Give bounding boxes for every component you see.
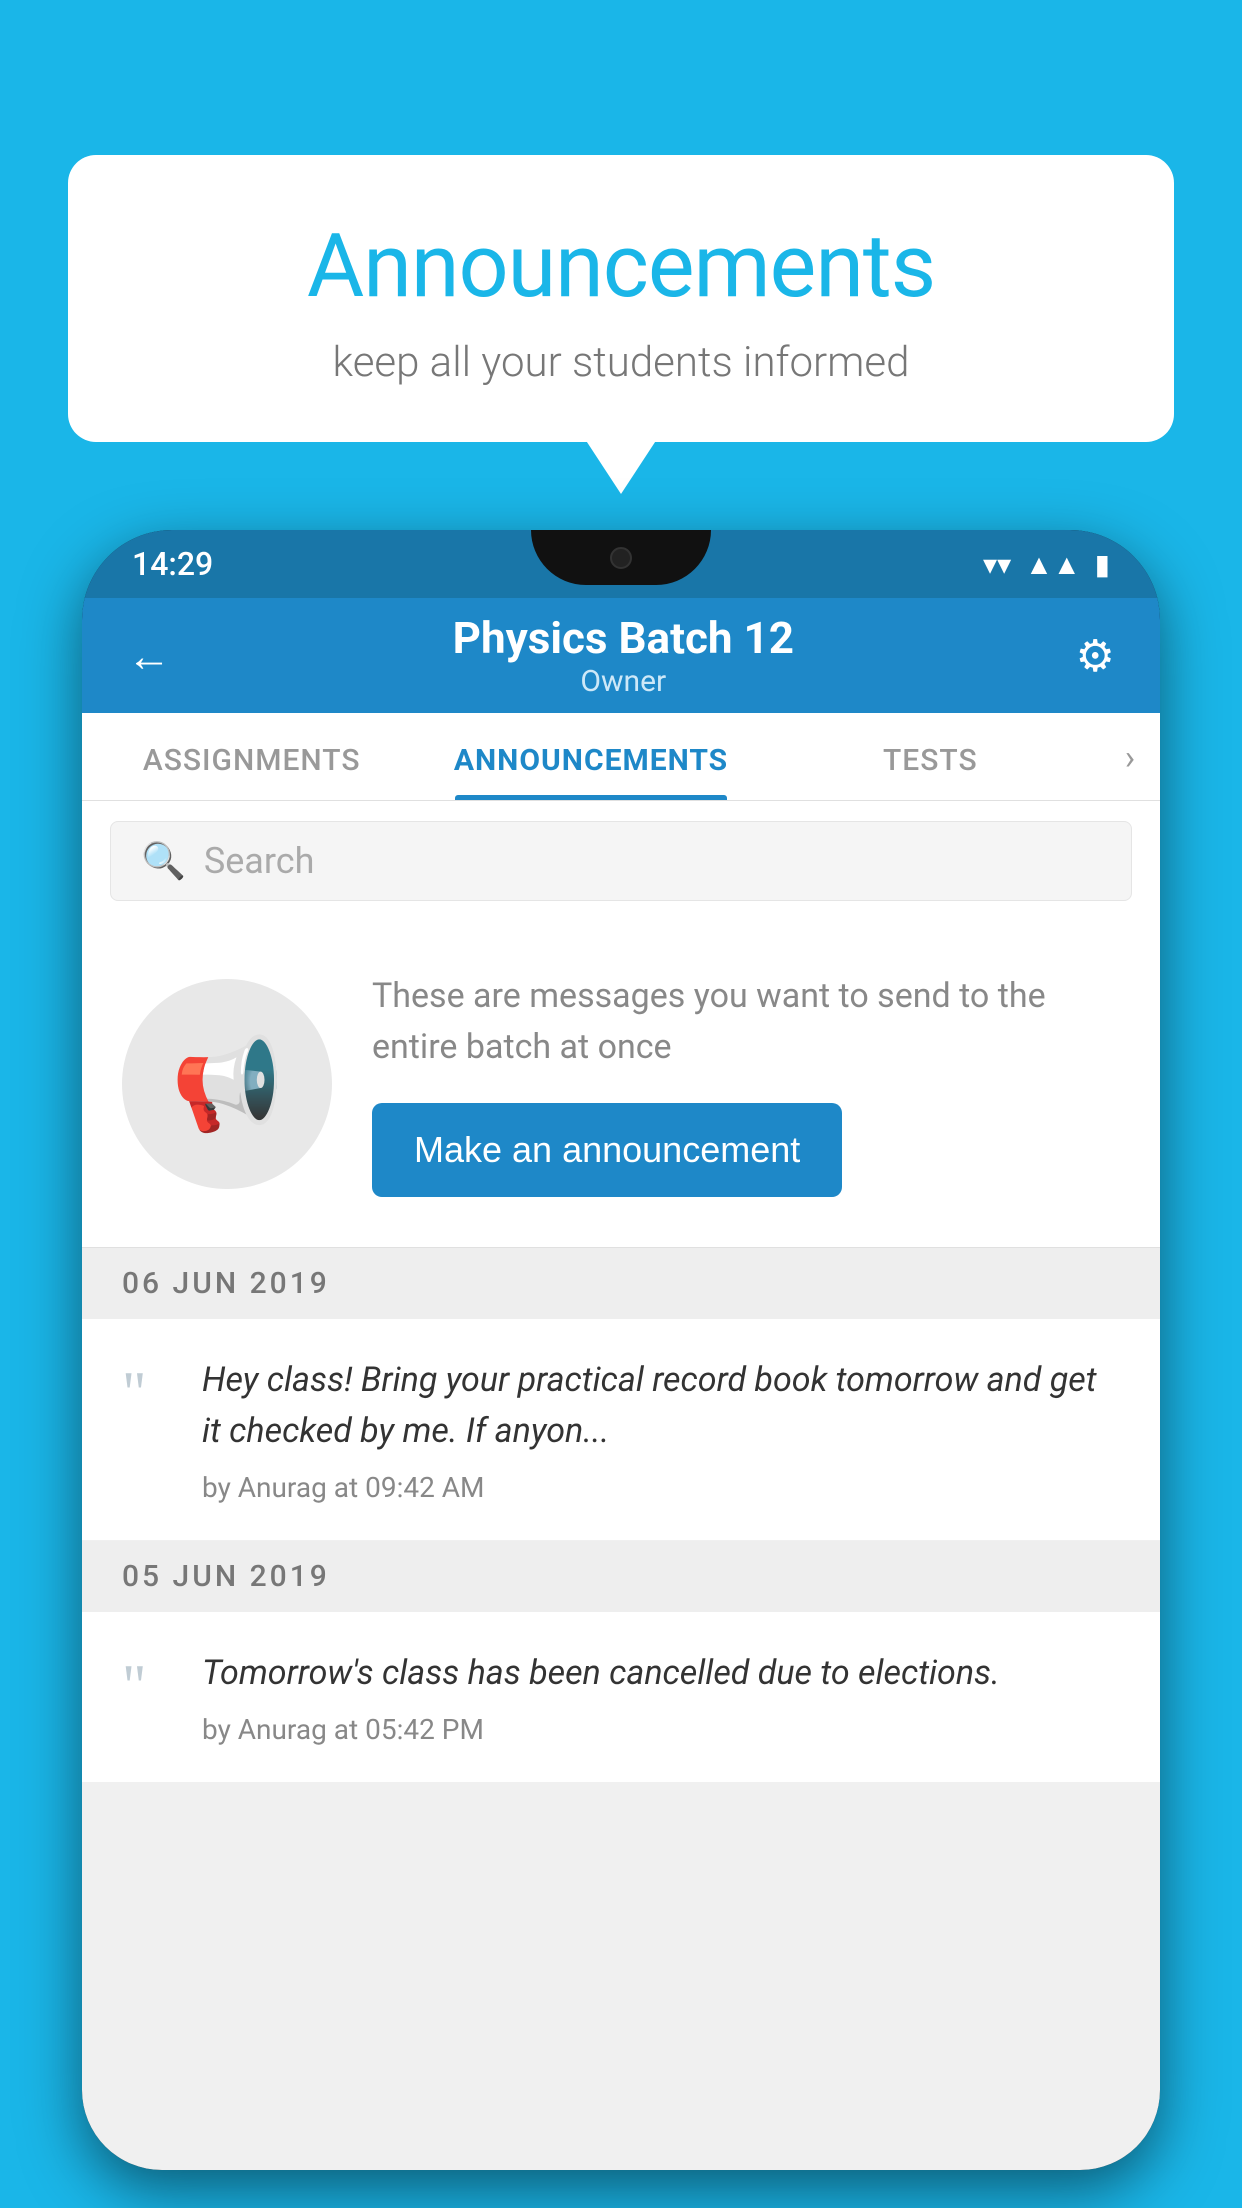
bubble-subtitle: keep all your students informed — [148, 338, 1094, 387]
search-bar[interactable]: 🔍 Search — [110, 821, 1132, 901]
date-divider-2: 05 JUN 2019 — [82, 1541, 1160, 1612]
speech-bubble: Announcements keep all your students inf… — [68, 155, 1174, 442]
announcement-text-2: Tomorrow's class has been cancelled due … — [202, 1648, 1120, 1699]
screen-content: 🔍 Search 📢 These are messages you want t… — [82, 801, 1160, 2170]
header-center: Physics Batch 12 Owner — [453, 612, 794, 699]
tab-assignments[interactable]: ASSIGNMENTS — [82, 743, 421, 800]
tab-announcements[interactable]: ANNOUNCEMENTS — [421, 743, 760, 800]
phone-screen: 14:29 ▾▾ ▲▲ ▮ ← Physics Batch 12 Owner ⚙ — [82, 530, 1160, 2170]
status-time: 14:29 — [132, 545, 213, 583]
gear-icon[interactable]: ⚙ — [1076, 630, 1115, 682]
phone-body: 14:29 ▾▾ ▲▲ ▮ ← Physics Batch 12 Owner ⚙ — [82, 530, 1160, 2170]
make-announcement-button[interactable]: Make an announcement — [372, 1103, 842, 1197]
announcement-item-2[interactable]: " Tomorrow's class has been cancelled du… — [82, 1612, 1160, 1783]
quote-icon-1: " — [122, 1363, 172, 1423]
search-placeholder: Search — [204, 840, 315, 882]
status-icons: ▾▾ ▲▲ ▮ — [983, 548, 1110, 581]
empty-state-right: These are messages you want to send to t… — [372, 971, 1120, 1197]
front-camera — [610, 547, 632, 569]
announcement-meta-2: by Anurag at 05:42 PM — [202, 1713, 1120, 1746]
battery-icon: ▮ — [1095, 548, 1110, 581]
tab-more[interactable]: › — [1100, 738, 1160, 800]
tab-tests[interactable]: TESTS — [761, 743, 1100, 800]
search-icon: 🔍 — [141, 840, 186, 882]
announcement-item-1[interactable]: " Hey class! Bring your practical record… — [82, 1319, 1160, 1541]
wifi-icon: ▾▾ — [983, 548, 1011, 581]
megaphone-icon: 📢 — [171, 1032, 283, 1137]
announcement-content-1: Hey class! Bring your practical record b… — [202, 1355, 1120, 1504]
app-header: ← Physics Batch 12 Owner ⚙ — [82, 598, 1160, 713]
bubble-title: Announcements — [148, 215, 1094, 318]
empty-state: 📢 These are messages you want to send to… — [82, 921, 1160, 1248]
tabs-bar: ASSIGNMENTS ANNOUNCEMENTS TESTS › — [82, 713, 1160, 801]
signal-icon: ▲▲ — [1025, 548, 1080, 581]
phone-mockup: 14:29 ▾▾ ▲▲ ▮ ← Physics Batch 12 Owner ⚙ — [82, 530, 1160, 2208]
date-divider-1: 06 JUN 2019 — [82, 1248, 1160, 1319]
empty-icon-circle: 📢 — [122, 979, 332, 1189]
announcement-content-2: Tomorrow's class has been cancelled due … — [202, 1648, 1120, 1746]
announcement-meta-1: by Anurag at 09:42 AM — [202, 1471, 1120, 1504]
phone-notch — [531, 530, 711, 585]
speech-bubble-section: Announcements keep all your students inf… — [68, 155, 1174, 442]
empty-state-description: These are messages you want to send to t… — [372, 971, 1120, 1073]
search-area: 🔍 Search — [82, 801, 1160, 921]
quote-icon-2: " — [122, 1656, 172, 1716]
batch-role: Owner — [453, 664, 794, 699]
back-button[interactable]: ← — [127, 630, 171, 682]
batch-title: Physics Batch 12 — [453, 612, 794, 664]
announcement-text-1: Hey class! Bring your practical record b… — [202, 1355, 1120, 1457]
